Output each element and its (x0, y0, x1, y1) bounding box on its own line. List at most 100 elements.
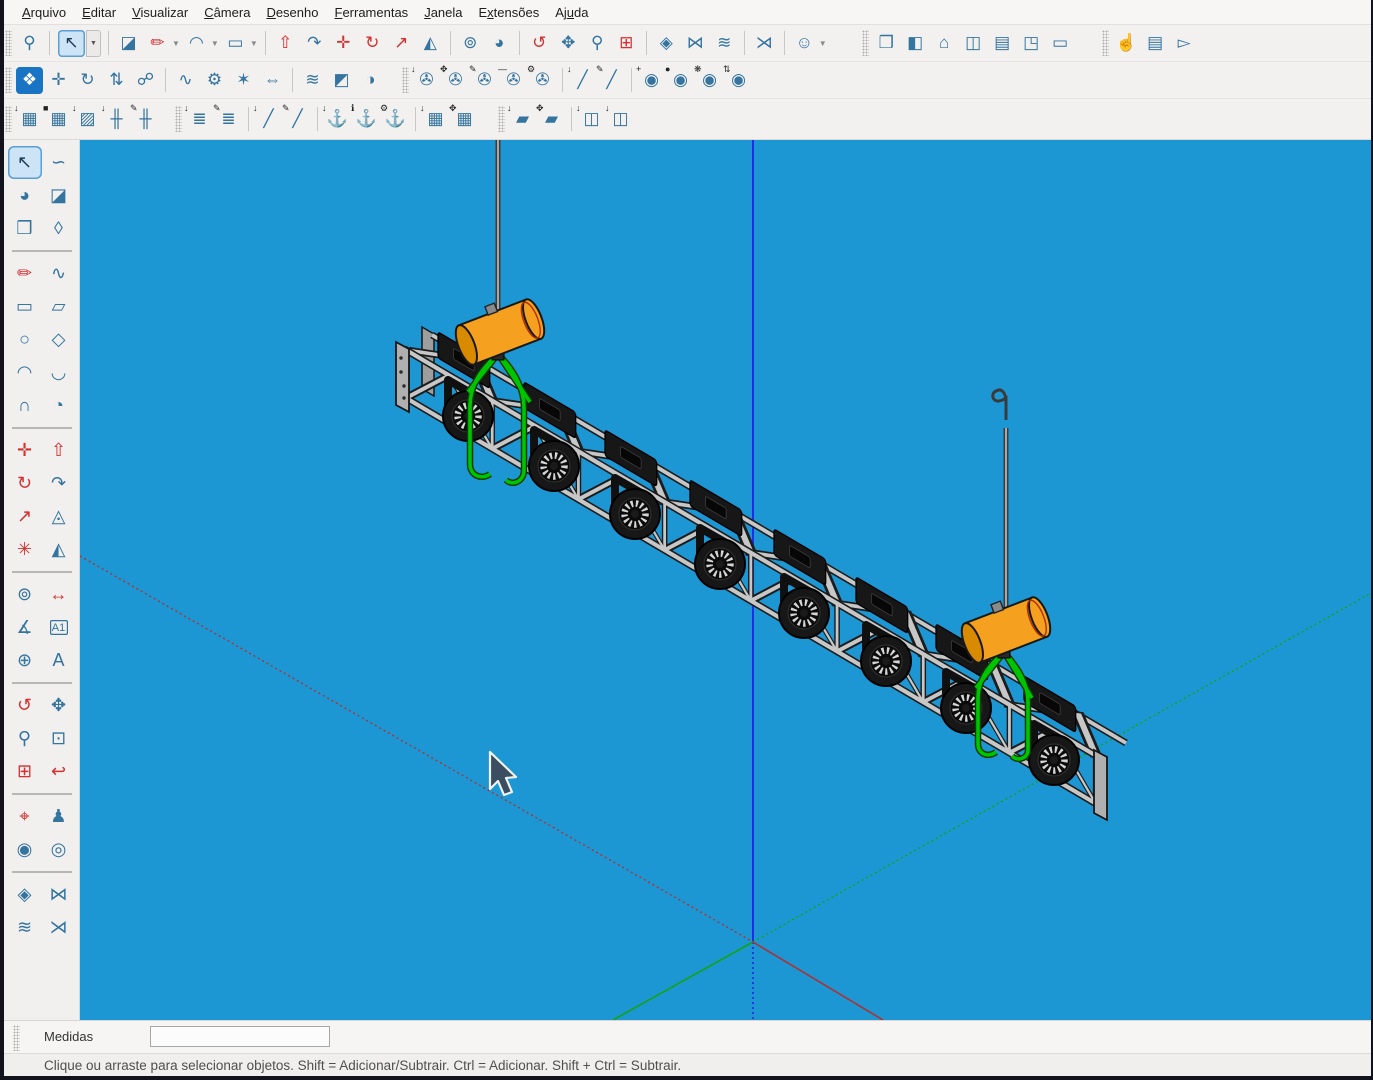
menu-ajuda[interactable]: Ajuda (547, 3, 596, 22)
push-pull-tool-button[interactable]: ⇧ (272, 30, 299, 57)
connector-add-tool-button[interactable]: ◉+ (638, 67, 665, 94)
pie-tool-button[interactable]: ◔ (42, 389, 76, 422)
pan-tool-button[interactable]: ✥ (42, 689, 76, 722)
menu-camera[interactable]: Câmera (196, 3, 258, 22)
zoom-view-tool-button[interactable]: ⚲ (584, 30, 611, 57)
offset-tool-button[interactable]: ◬ (42, 500, 76, 533)
freehand-tool-button[interactable]: ∿ (42, 257, 76, 290)
follow-me-tool-button[interactable]: ↷ (301, 30, 328, 57)
plugin-rotate-tool-button[interactable]: ↻ (74, 67, 101, 94)
measurements-input[interactable] (150, 1026, 330, 1047)
view-bottom-button[interactable]: ▭ (1047, 30, 1074, 57)
fixture-move-tool-button[interactable]: ✇✥ (442, 67, 469, 94)
move-tool-button[interactable]: ✛ (8, 434, 42, 467)
pipe-edit-tool-button[interactable]: ╱✎ (598, 67, 625, 94)
menu-ferramentas[interactable]: Ferramentas (326, 3, 416, 22)
toolbar-grip[interactable] (1102, 30, 1109, 56)
layers-export-button[interactable]: ≋ (711, 30, 738, 57)
offset-tool-button[interactable]: ◭ (417, 30, 444, 57)
zoom-window-tool-button[interactable]: ⊡ (42, 722, 76, 755)
boxtruss-move-tool-button[interactable]: ▦✥ (451, 106, 478, 133)
push-pull-tool-button[interactable]: ⇧ (42, 434, 76, 467)
two-point-arc-tool-button[interactable]: ◡ (42, 356, 76, 389)
line-tool-dropdown[interactable]: ▼ (172, 39, 180, 48)
hidden-geometry-tool-button[interactable]: ◎ (42, 833, 76, 866)
view-iso-button[interactable]: ❒ (873, 30, 900, 57)
view-right-button[interactable]: ◫ (960, 30, 987, 57)
export-report-button[interactable]: ▻ (1171, 30, 1198, 57)
speaker-insert-tool-button[interactable]: ◫↓ (578, 106, 605, 133)
extension-download-tool-button[interactable]: ◈ (8, 878, 42, 911)
menu-extensoes[interactable]: Extensões (471, 3, 548, 22)
scale-tool-button[interactable]: ↗ (8, 500, 42, 533)
stage-deck-alt-tool-button[interactable]: ▦■ (45, 106, 72, 133)
3d-text-tool-button[interactable]: A (42, 644, 76, 677)
hoist-settings-tool-button[interactable]: ⚓⚙ (382, 106, 409, 133)
orbit-tool-button[interactable]: ↺ (8, 689, 42, 722)
tag-tool-button[interactable]: ◊ (42, 212, 76, 245)
toolbar-grip[interactable] (5, 67, 12, 93)
line-tool-button[interactable]: ✏ (144, 30, 171, 57)
speaker-stack-tool-button[interactable]: ◫↓ (607, 106, 634, 133)
view-left-button[interactable]: ◳ (1018, 30, 1045, 57)
polygon-tool-button[interactable]: ◇ (42, 323, 76, 356)
connector-swap-tool-button[interactable]: ◉⇅ (725, 67, 752, 94)
railing-edit-tool-button[interactable]: ╫✎ (132, 106, 159, 133)
paint-bucket-tool-button[interactable]: ◕ (486, 30, 513, 57)
toolbar-grip[interactable] (402, 67, 409, 93)
lasso-tool-button[interactable]: ∽ (42, 146, 76, 179)
plugin-half-circle-tool-button[interactable]: ◑ (357, 67, 384, 94)
line-tool-button[interactable]: ✏ (8, 257, 42, 290)
boxtruss-insert-tool-button[interactable]: ▦↓ (422, 106, 449, 133)
extension-flip-tool-button[interactable]: ⋈ (42, 878, 76, 911)
screen-move-tool-button[interactable]: ▰✥ (538, 106, 565, 133)
truss-insert-tool-button[interactable]: ≣↓ (186, 106, 213, 133)
fixture-edit-tool-button[interactable]: ✇✎ (471, 67, 498, 94)
tape-measure-tool-button[interactable]: ⊚ (457, 30, 484, 57)
menu-desenho[interactable]: Desenho (258, 3, 326, 22)
select-tool-button[interactable]: ↖ (58, 30, 85, 57)
toolbar-grip[interactable] (862, 30, 869, 56)
rectangle-tool-dropdown[interactable]: ▼ (250, 39, 258, 48)
flip-tool-button[interactable]: ◭ (42, 533, 76, 566)
fixture-settings-tool-button[interactable]: ✇⚙ (529, 67, 556, 94)
extension-gear-tool-button[interactable]: ⋊ (42, 911, 76, 944)
text-tool-button[interactable]: A1 (42, 611, 76, 644)
arc-tool-dropdown[interactable]: ▼ (211, 39, 219, 48)
rotate-tool-button[interactable]: ↻ (8, 467, 42, 500)
connector-freeze-tool-button[interactable]: ◉❋ (696, 67, 723, 94)
zoom-extents-tool-button[interactable]: ⊞ (613, 30, 640, 57)
previous-view-tool-button[interactable]: ↩ (42, 755, 76, 788)
circle-tool-button[interactable]: ○ (8, 323, 42, 356)
screen-insert-tool-button[interactable]: ▰↓ (509, 106, 536, 133)
pipe-line-insert-tool-button[interactable]: ╱↓ (255, 106, 282, 133)
measurements-grip[interactable] (13, 1025, 20, 1051)
plugin-updown-tool-button[interactable]: ⇅ (103, 67, 130, 94)
paint-bucket-tool-button[interactable]: ◕ (8, 179, 42, 212)
account-menu-dropdown[interactable]: ▼ (819, 39, 827, 48)
plugin-curve-tool-button[interactable]: ∿ (172, 67, 199, 94)
plugin-half-square-tool-button[interactable]: ◩ (328, 67, 355, 94)
plugin-spacing-tool-button[interactable]: ⇔ (259, 67, 286, 94)
hand-select-tool-button[interactable]: ☝ (1113, 30, 1140, 57)
eraser-tool-button[interactable]: ◪ (115, 30, 142, 57)
plugin-link-tool-button[interactable]: ☍ (132, 67, 159, 94)
pipe-insert-tool-button[interactable]: ╱↓ (569, 67, 596, 94)
railing-insert-tool-button[interactable]: ╫↓ (103, 106, 130, 133)
component-exchange-button[interactable]: ⋈ (682, 30, 709, 57)
toolbar-grip[interactable] (175, 106, 182, 132)
plugin-component-settings-button[interactable]: ⚙ (201, 67, 228, 94)
toolbar-grip[interactable] (5, 106, 12, 132)
scale-tool-button[interactable]: ↗ (388, 30, 415, 57)
position-camera-tool-button[interactable]: ⌖ (8, 800, 42, 833)
plugin-layers-tool-button[interactable]: ≋ (299, 67, 326, 94)
extension-layers-tool-button[interactable]: ≋ (8, 911, 42, 944)
tape-measure-tool-button[interactable]: ⊚ (8, 578, 42, 611)
hoist-insert-tool-button[interactable]: ⚓↓ (324, 106, 351, 133)
view-front-button[interactable]: ⌂ (931, 30, 958, 57)
protractor-tool-button[interactable]: ∡ (8, 611, 42, 644)
connector-select-tool-button[interactable]: ◉● (667, 67, 694, 94)
fixture-insert-tool-button[interactable]: ✇↓ (413, 67, 440, 94)
components-tool-button[interactable]: ❒ (8, 212, 42, 245)
rotate-tool-button[interactable]: ↻ (359, 30, 386, 57)
